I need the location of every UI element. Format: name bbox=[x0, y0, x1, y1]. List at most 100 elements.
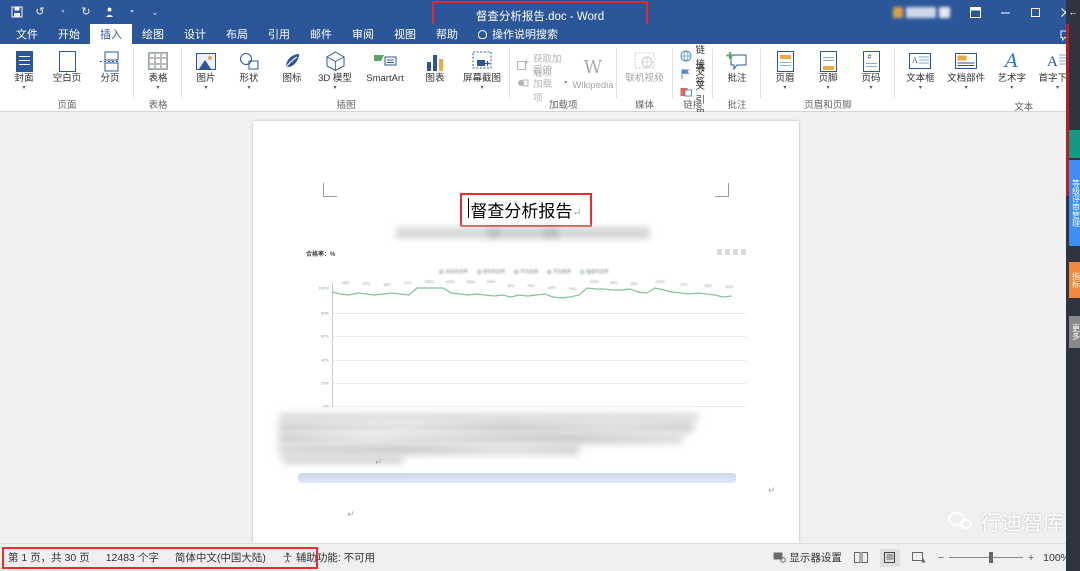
dock-tab-grade-review[interactable]: 等级评审管理 bbox=[1069, 160, 1080, 246]
print-layout-view-icon[interactable] bbox=[879, 548, 900, 567]
chart-button[interactable]: 图表 bbox=[414, 46, 456, 85]
tab-draw[interactable]: 绘图 bbox=[132, 24, 174, 44]
online-video-button[interactable]: 联机视频 bbox=[620, 46, 670, 85]
read-mode-view-icon[interactable] bbox=[851, 549, 871, 567]
tab-mailings[interactable]: 邮件 bbox=[300, 24, 342, 44]
restore-button[interactable] bbox=[1020, 0, 1050, 24]
chevron-down-icon[interactable]: ▾ bbox=[333, 85, 336, 91]
tab-references[interactable]: 引用 bbox=[258, 24, 300, 44]
y-tick-60: 60% bbox=[320, 333, 329, 339]
quick-parts-button[interactable]: 文档部件 ▾ bbox=[944, 46, 989, 91]
ribbon-insert-tab: 封面 ▾ 空白页 分页 页面 表格 ▾ 表格 图片 ▾ 形状 ▾ 图标 3D 模… bbox=[0, 44, 1080, 120]
embedded-chart[interactable]: 合格率：% 达标符合率 原料符合率 平均合格 不合格率 抽查符合率 100% 8… bbox=[298, 249, 750, 425]
wikipedia-button[interactable]: W Wikipedia bbox=[572, 53, 613, 92]
chevron-down-icon[interactable]: ▾ bbox=[870, 85, 873, 91]
table-label: 表格 bbox=[148, 73, 168, 84]
table-button[interactable]: 表格 ▾ bbox=[137, 46, 179, 91]
status-right: 显示器设置 − + 100% bbox=[773, 548, 1080, 567]
redo-icon[interactable]: ↻ bbox=[79, 5, 93, 19]
save-icon[interactable] bbox=[10, 5, 24, 19]
tab-insert[interactable]: 插入 bbox=[90, 24, 132, 44]
zoom-thumb[interactable] bbox=[989, 552, 993, 563]
dock-tab-indicators-label: 指标 bbox=[1071, 272, 1080, 288]
blank-page-button[interactable]: 空白页 bbox=[46, 46, 88, 85]
ribbon-group-illustrations: 图片 ▾ 形状 ▾ 图标 3D 模型 ▾ SmartArt 图表 屏幕截图 ▾ … bbox=[182, 44, 510, 112]
header-button[interactable]: 页眉 ▾ bbox=[764, 46, 806, 91]
ribbon-group-text: A 文本框 ▾ 文档部件 ▾ A 艺术字 ▾ A 首字下沉 ▾ 文本 bbox=[895, 44, 1080, 113]
dock-tab-indicators[interactable]: 指标 bbox=[1069, 262, 1080, 298]
chevron-down-icon[interactable]: ▾ bbox=[784, 85, 787, 91]
page-break-button[interactable]: 分页 bbox=[89, 46, 131, 85]
chevron-down-icon[interactable]: ▾ bbox=[480, 85, 483, 91]
tab-layout[interactable]: 布局 bbox=[216, 24, 258, 44]
chevron-down-icon[interactable]: ▾ bbox=[1056, 85, 1059, 91]
document-canvas[interactable]: 督查分析报告↵ 合格率：% 达标符合率 原料符合率 平均合格 不合格率 抽查符合… bbox=[0, 112, 1080, 543]
qat-dropdown-icon[interactable]: ▾ bbox=[125, 5, 139, 19]
new-comment-button[interactable]: 批注 bbox=[716, 46, 758, 85]
chevron-down-icon[interactable]: ▾ bbox=[204, 85, 207, 91]
get-addins-icon bbox=[517, 58, 529, 71]
ribbon-group-addins-label: 加载项 bbox=[549, 100, 578, 111]
undo-icon[interactable]: ↺ bbox=[33, 5, 47, 19]
web-layout-view-icon[interactable] bbox=[909, 549, 929, 567]
picture-button[interactable]: 图片 ▾ bbox=[185, 46, 227, 91]
zoom-track[interactable] bbox=[949, 552, 1023, 563]
text-box-icon: A bbox=[907, 49, 933, 73]
footer-button[interactable]: 页脚 ▾ bbox=[807, 46, 849, 91]
tell-me-label: 操作说明搜索 bbox=[492, 29, 558, 41]
my-addins-button[interactable]: 我的加载项 ▾ bbox=[513, 65, 571, 104]
page-number-button[interactable]: # 页码 ▾ bbox=[850, 46, 892, 91]
chevron-down-icon[interactable]: ▾ bbox=[247, 85, 250, 91]
chevron-down-icon[interactable]: ▾ bbox=[564, 79, 567, 86]
ribbon-group-comments-label: 批注 bbox=[727, 100, 747, 111]
document-page-1[interactable]: 督查分析报告↵ 合格率：% 达标符合率 原料符合率 平均合格 不合格率 抽查符合… bbox=[253, 121, 799, 543]
chevron-down-icon[interactable]: ▾ bbox=[827, 85, 830, 91]
icons-button[interactable]: 图标 bbox=[271, 46, 313, 85]
wordart-button[interactable]: A 艺术字 ▾ bbox=[989, 46, 1034, 91]
shapes-icon bbox=[236, 49, 262, 73]
ribbon-display-options-icon[interactable] bbox=[960, 0, 990, 24]
undo-dropdown-icon[interactable]: ▾ bbox=[56, 5, 70, 19]
zoom-slider[interactable]: − + bbox=[938, 552, 1034, 564]
chart-legend: 达标符合率 原料符合率 平均合格 不合格率 抽查符合率 bbox=[439, 269, 609, 275]
tell-me-search[interactable]: 操作说明搜索 bbox=[468, 24, 568, 44]
chevron-down-icon[interactable]: ▾ bbox=[156, 85, 159, 91]
chevron-down-icon[interactable]: ▾ bbox=[919, 85, 922, 91]
ribbon-tabs: 文件 开始 插入 绘图 设计 布局 引用 邮件 审阅 视图 帮助 操作说明搜索 bbox=[0, 24, 1080, 44]
chevron-down-icon[interactable]: ▾ bbox=[1010, 85, 1013, 91]
tab-home[interactable]: 开始 bbox=[48, 24, 90, 44]
smartart-button[interactable]: SmartArt bbox=[357, 46, 413, 85]
chart-quick-tools[interactable] bbox=[717, 249, 746, 255]
y-tick-80: 80% bbox=[320, 310, 329, 316]
cover-page-button[interactable]: 封面 ▾ bbox=[3, 46, 45, 91]
shapes-button[interactable]: 形状 ▾ bbox=[228, 46, 270, 91]
chart-title: 合格率：% bbox=[306, 252, 336, 258]
ribbon-group-media: 联机视频 媒体 bbox=[617, 44, 673, 112]
ribbon-group-header-footer-label: 页眉和页脚 bbox=[804, 100, 852, 111]
chevron-down-icon[interactable]: ▾ bbox=[22, 85, 25, 91]
cross-reference-button[interactable]: 交叉引用 bbox=[676, 67, 711, 120]
chevron-down-icon[interactable]: ▾ bbox=[965, 85, 968, 91]
ribbon-group-tables-label: 表格 bbox=[148, 100, 168, 111]
zoom-out-button[interactable]: − bbox=[938, 552, 944, 564]
display-settings-button[interactable]: 显示器设置 bbox=[773, 550, 842, 565]
redacted-body-block-4 bbox=[279, 444, 579, 455]
tab-help[interactable]: 帮助 bbox=[426, 24, 468, 44]
dock-tab-more[interactable]: 更多 bbox=[1069, 316, 1080, 348]
screenshot-button[interactable]: 屏幕截图 ▾ bbox=[457, 46, 507, 91]
tab-view[interactable]: 视图 bbox=[384, 24, 426, 44]
dock-back-arrow-icon[interactable]: ← bbox=[1066, 4, 1080, 20]
tab-design[interactable]: 设计 bbox=[174, 24, 216, 44]
zoom-in-button[interactable]: + bbox=[1028, 552, 1034, 564]
minimize-button[interactable] bbox=[990, 0, 1020, 24]
qat-more-icon[interactable]: ⌄ bbox=[148, 5, 162, 19]
right-side-dock: ← 等级评审管理 指标 更多 bbox=[1066, 0, 1080, 571]
3d-model-button[interactable]: 3D 模型 ▾ bbox=[314, 46, 356, 91]
document-title-row: 督查分析报告↵ bbox=[253, 193, 799, 227]
text-box-button[interactable]: A 文本框 ▾ bbox=[898, 46, 943, 91]
tab-review[interactable]: 审阅 bbox=[342, 24, 384, 44]
chart-data-line bbox=[332, 287, 732, 299]
touch-mode-icon[interactable] bbox=[102, 5, 116, 19]
document-heading-highlight[interactable]: 督查分析报告↵ bbox=[460, 193, 592, 227]
tab-file[interactable]: 文件 bbox=[6, 24, 48, 44]
